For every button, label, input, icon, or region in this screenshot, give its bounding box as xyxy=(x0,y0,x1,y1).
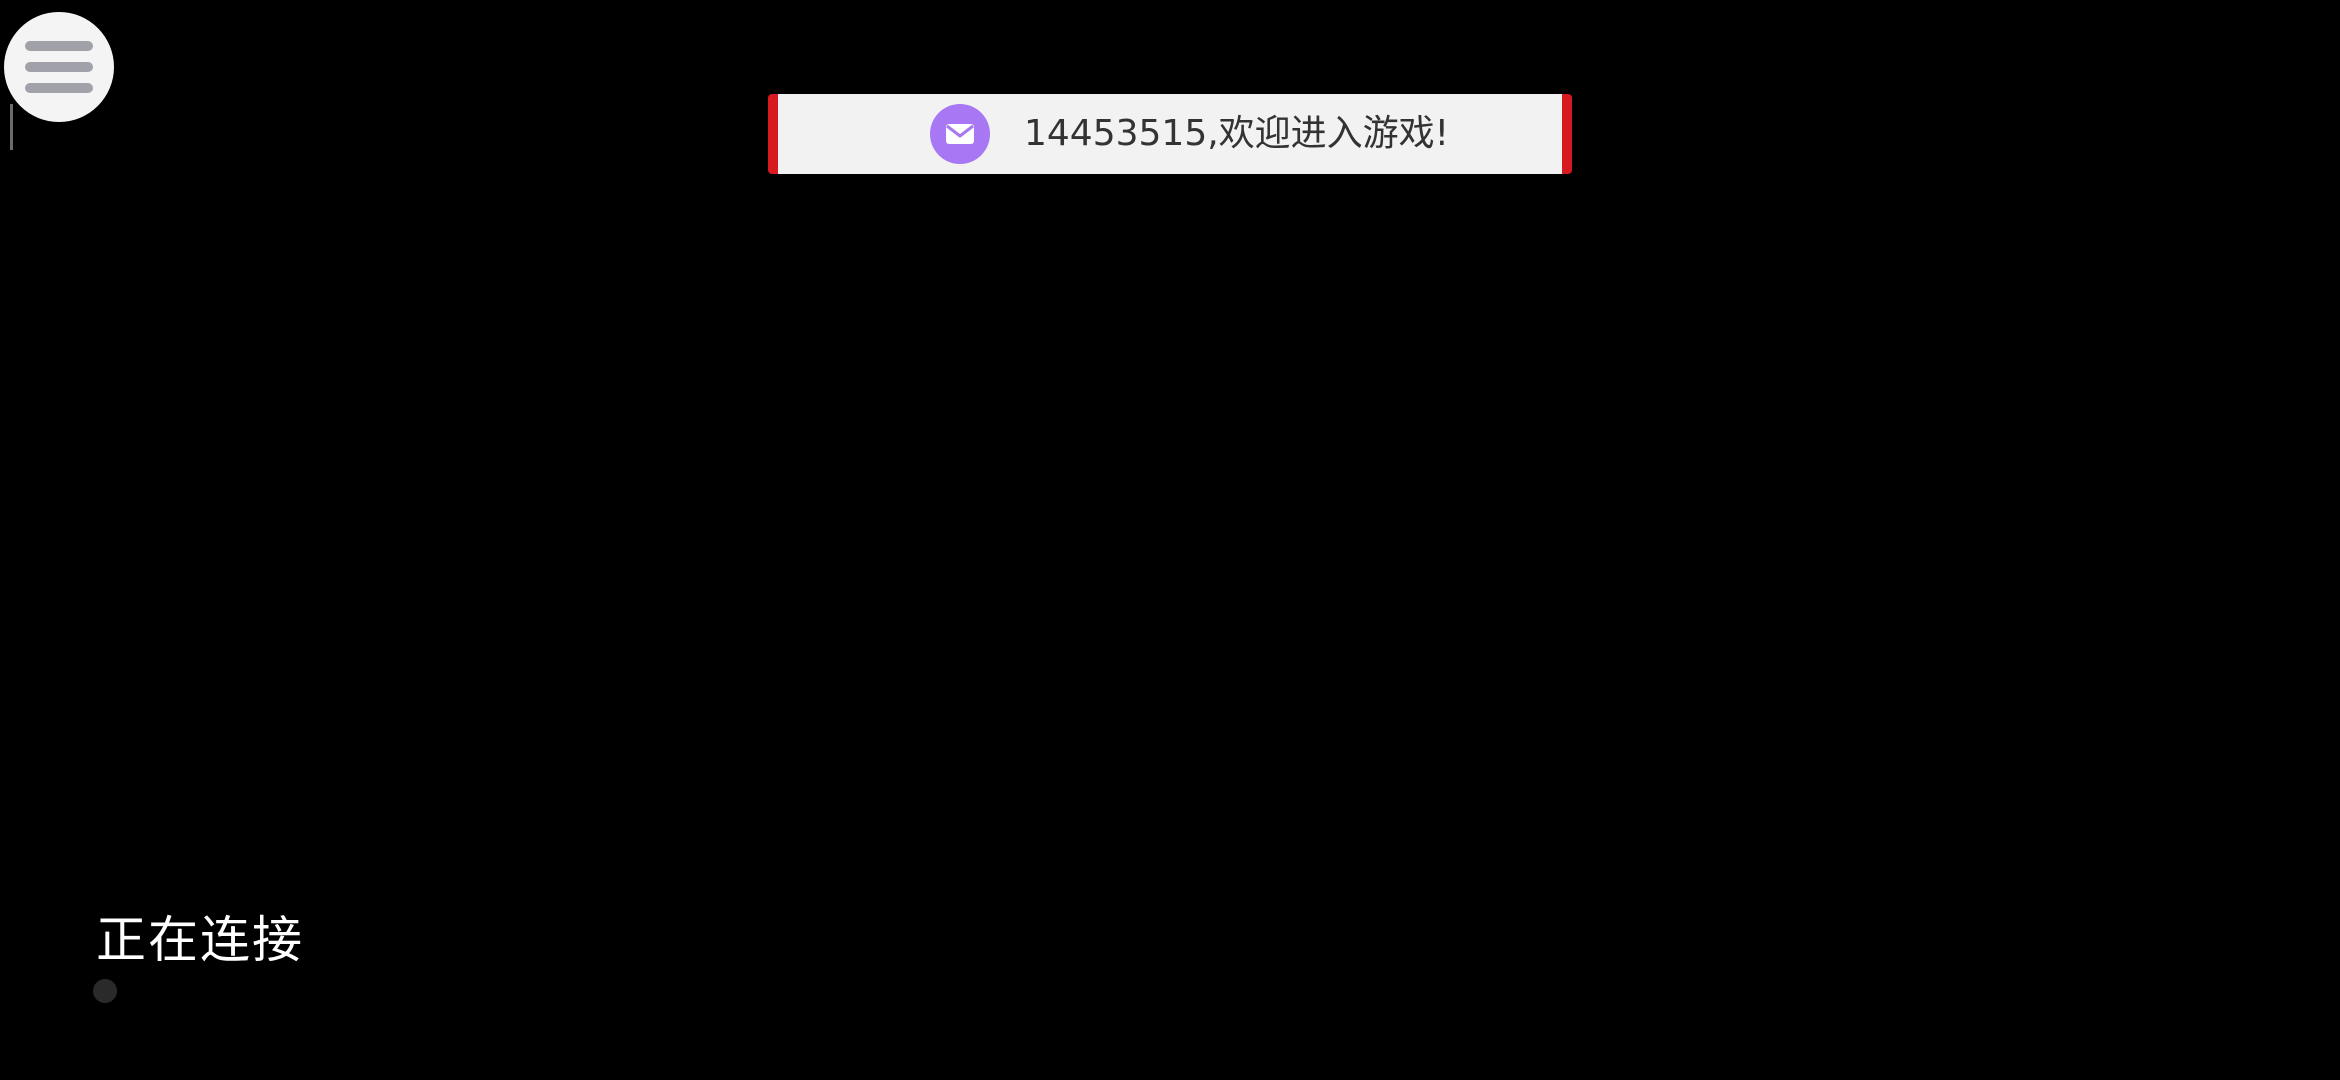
hamburger-icon xyxy=(25,41,93,93)
welcome-notification: 14453515,欢迎进入游戏! xyxy=(768,94,1572,174)
menu-button[interactable] xyxy=(4,12,114,122)
loading-indicator xyxy=(93,979,117,1003)
mail-icon xyxy=(930,104,990,164)
game-screen: 14453515,欢迎进入游戏! 正在连接 xyxy=(0,0,2340,1080)
notification-message: 14453515,欢迎进入游戏! xyxy=(1024,113,1450,154)
connection-status: 正在连接 xyxy=(96,911,304,969)
edge-indicator xyxy=(10,104,13,150)
